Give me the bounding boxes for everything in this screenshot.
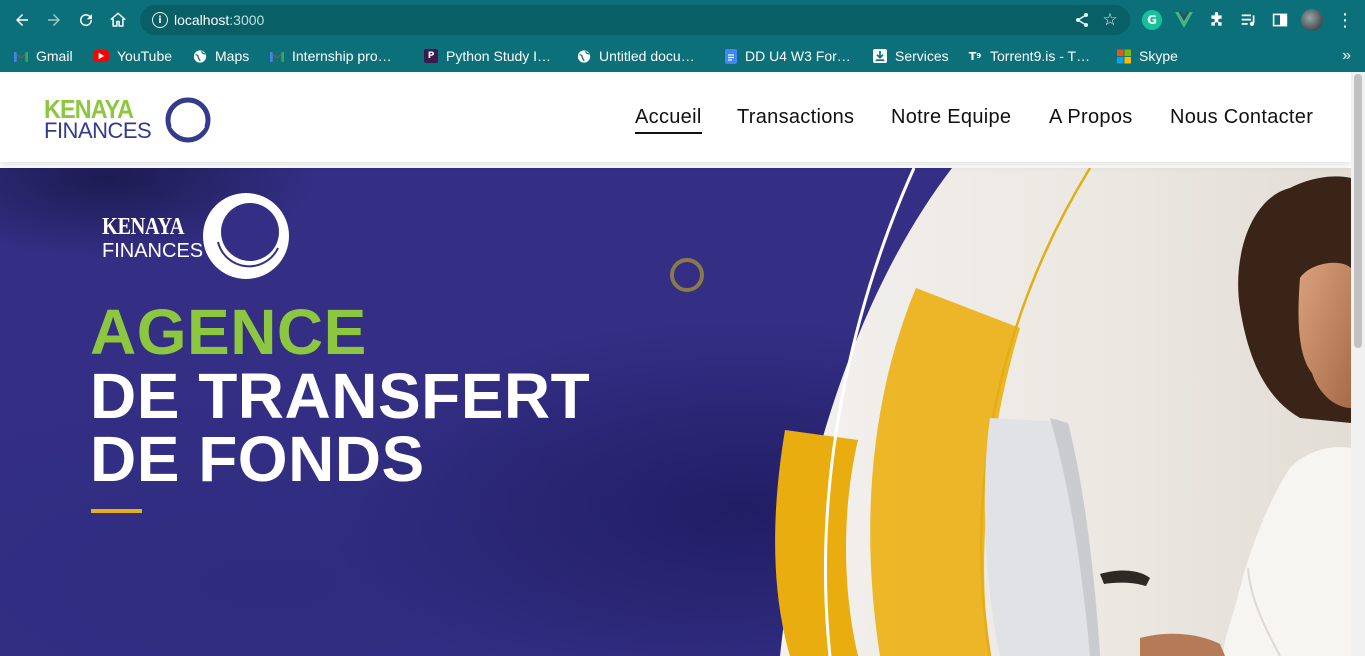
bookmark-label: Torrent9.is - T… (990, 48, 1091, 64)
site-info-icon[interactable]: i (152, 12, 168, 28)
bookmark-dd-u4[interactable]: DD U4 W3 For… (725, 45, 851, 67)
home-button[interactable] (106, 8, 130, 32)
nav-notre-equipe[interactable]: Notre Equipe (891, 106, 1011, 132)
browser-chrome: i localhost:3000 ☆ G ⋮ Gmail YouTube Map… (0, 0, 1365, 72)
nav-nous-contacter[interactable]: Nous Contacter (1170, 106, 1313, 132)
reload-button[interactable] (74, 8, 98, 32)
bookmark-label: Untitled docu… (599, 48, 695, 64)
scrollbar-thumb[interactable] (1354, 74, 1362, 348)
bookmarks-bar: Gmail YouTube Maps Internship pro… P Pyt… (0, 40, 1365, 72)
home-icon (110, 12, 126, 27)
bookmark-label: Python Study I… (446, 48, 552, 64)
decorative-ring (670, 258, 704, 292)
hero-logo: KENAYA FINANCES (102, 190, 292, 282)
logo-ring-icon (165, 97, 211, 143)
forward-button[interactable] (42, 8, 66, 32)
bookmark-label: Maps (215, 48, 250, 64)
hero-title-green: AGENCE (90, 296, 367, 368)
address-bar[interactable]: i localhost:3000 ☆ (140, 5, 1130, 35)
nav-accueil[interactable]: Accueil (635, 106, 702, 134)
hero-logo-top-text: KENAYA (102, 214, 185, 240)
hero-banner: KENAYA FINANCES AGENCE DE TRANSFERT DE F… (0, 168, 1351, 656)
hero-title-line-1: DE TRANSFERT (90, 360, 591, 432)
bookmark-torrent9[interactable]: T9 Torrent9.is - T… (968, 45, 1090, 67)
bookmark-skype[interactable]: Skype (1117, 45, 1178, 67)
bookmark-label: Internship pro… (292, 48, 392, 64)
bookmark-label: Gmail (36, 48, 73, 64)
download-icon (873, 49, 887, 63)
share-icon[interactable] (1074, 12, 1090, 28)
bookmark-maps[interactable]: Maps (193, 45, 249, 67)
torrent-icon: T9 (968, 49, 982, 63)
page-scrollbar[interactable] (1351, 72, 1365, 656)
youtube-icon (93, 50, 109, 62)
nav-a-propos[interactable]: A Propos (1049, 106, 1133, 132)
yellow-arc-small (775, 430, 858, 656)
bookmark-internship[interactable]: Internship pro… (270, 45, 392, 67)
bookmark-gmail[interactable]: Gmail (14, 45, 73, 67)
grammarly-icon[interactable]: G (1142, 10, 1162, 30)
bookmark-label: DD U4 W3 For… (745, 48, 851, 64)
address-bar-row: i localhost:3000 ☆ G ⋮ (0, 0, 1365, 40)
bookmark-label: Skype (1139, 48, 1178, 64)
docs-icon (725, 48, 737, 64)
vue-devtools-icon[interactable] (1174, 10, 1194, 30)
url-host: localhost (174, 12, 230, 28)
media-control-icon[interactable] (1238, 10, 1258, 30)
microsoft-icon (1117, 49, 1131, 63)
bookmark-label: YouTube (117, 48, 173, 64)
bookmark-label: Services (895, 48, 949, 64)
bookmark-star-icon[interactable]: ☆ (1100, 10, 1120, 30)
site-header: KENAYA FINANCES Accueil Transactions Not… (0, 72, 1351, 162)
browser-menu-icon[interactable]: ⋮ (1335, 10, 1355, 30)
logo-bottom-text: FINANCES (44, 118, 152, 143)
url-text[interactable]: localhost:3000 (174, 12, 264, 28)
gmail-icon (14, 49, 28, 63)
arrow-right-icon (48, 14, 60, 26)
hero-title-underline (91, 509, 142, 513)
extensions-puzzle-icon[interactable] (1206, 10, 1226, 30)
side-panel-icon[interactable] (1270, 10, 1290, 30)
back-button[interactable] (10, 8, 34, 32)
hero-logo-bottom-text: FINANCES (102, 240, 204, 262)
url-port: :3000 (229, 12, 265, 28)
bookmark-python-study[interactable]: P Python Study I… (424, 45, 551, 67)
hero-title-line-2: DE FONDS (90, 423, 425, 495)
hero-logo-ring-icon (203, 193, 289, 279)
bookmark-services[interactable]: Services (873, 45, 949, 67)
bookmark-youtube[interactable]: YouTube (93, 45, 172, 67)
site-logo[interactable]: KENAYA FINANCES (44, 94, 214, 146)
bookmark-untitled-doc[interactable]: Untitled docu… (577, 45, 695, 67)
gmail-icon (270, 49, 284, 63)
arrow-left-icon (16, 14, 28, 26)
profile-avatar[interactable] (1301, 9, 1323, 31)
python-study-icon: P (424, 49, 438, 63)
reload-icon (80, 14, 93, 27)
nav-transactions[interactable]: Transactions (737, 106, 854, 132)
globe-icon (193, 49, 207, 63)
web-page: KENAYA FINANCES Accueil Transactions Not… (0, 72, 1351, 656)
globe-icon (577, 49, 591, 63)
bookmarks-overflow-icon[interactable]: » (1342, 47, 1351, 65)
